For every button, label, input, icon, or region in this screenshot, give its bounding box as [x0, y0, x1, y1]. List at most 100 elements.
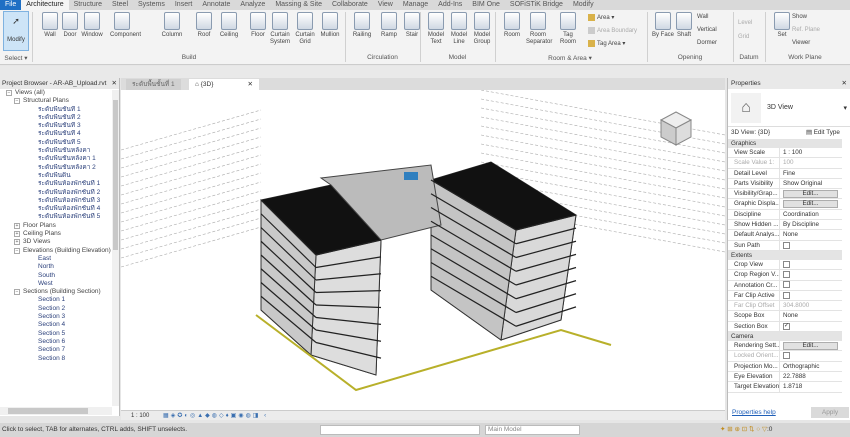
- area-boundary-button[interactable]: Area Boundary: [588, 27, 637, 34]
- vertical-scrollbar[interactable]: [112, 90, 119, 406]
- property-value[interactable]: By Discipline: [780, 220, 842, 229]
- tab-massing-site[interactable]: Massing & Site: [270, 0, 327, 10]
- checkbox[interactable]: [783, 352, 790, 360]
- shaft-button[interactable]: Shaft: [672, 12, 696, 39]
- model-text-button[interactable]: Model Text: [424, 12, 448, 46]
- ceiling-button[interactable]: Ceiling: [217, 12, 241, 39]
- checkbox[interactable]: [783, 260, 790, 268]
- select-dropdown[interactable]: Select ▾: [3, 54, 29, 62]
- tree-item-section[interactable]: Section 3: [0, 313, 119, 321]
- tree-item-structural-plan[interactable]: ระดับพื้นห้องพักชั้นที่ 1: [0, 180, 119, 188]
- model-group-button[interactable]: Model Group: [470, 12, 494, 46]
- collapse-icon[interactable]: −: [14, 289, 20, 296]
- grid-button[interactable]: Grid: [738, 34, 749, 40]
- property-value[interactable]: Orthographic: [780, 362, 842, 371]
- tab-bim-one[interactable]: BIM One: [467, 0, 505, 10]
- curtain-system-button[interactable]: Curtain System: [268, 12, 292, 46]
- tree-item-section[interactable]: Section 2: [0, 305, 119, 313]
- column-button[interactable]: Column: [160, 12, 184, 39]
- 3d-viewport[interactable]: [121, 90, 725, 410]
- property-value[interactable]: [780, 260, 842, 269]
- view-control-icons[interactable]: ▦◈✪◐◎▲◆◍◇♦▣◉◍◨ ‹: [163, 413, 268, 419]
- ref-plane-button[interactable]: Ref. Plane: [792, 27, 820, 33]
- show-workplane-button[interactable]: Show: [792, 14, 807, 20]
- tree-item-structural-plan[interactable]: ระดับพื้นห้องพักชั้นที่ 4: [0, 205, 119, 213]
- checkbox[interactable]: ✓: [783, 322, 790, 330]
- dormer-button[interactable]: Dormer: [697, 40, 717, 46]
- selection-icons[interactable]: ✦ ⊞ ⊕ ⊡ ⇅ ○ ▽:0: [720, 423, 772, 437]
- room-button[interactable]: Room: [500, 12, 524, 39]
- edit-button[interactable]: Edit...: [783, 200, 838, 209]
- roof-button[interactable]: Roof: [192, 12, 216, 39]
- window-button[interactable]: Window: [80, 12, 104, 39]
- tree-item-structural-plan[interactable]: ระดับพื้นชั้นที่ 4: [0, 130, 119, 138]
- tree-3d-views[interactable]: +3D Views: [0, 238, 119, 246]
- area-button[interactable]: Area ▾: [588, 14, 614, 21]
- tab-modify[interactable]: Modify: [568, 0, 599, 10]
- property-value[interactable]: Fine: [780, 169, 842, 178]
- tab-steel[interactable]: Steel: [107, 0, 133, 10]
- tree-item-structural-plan[interactable]: ระดับพื้นชั้นที่ 1: [0, 106, 119, 114]
- property-value[interactable]: [780, 241, 842, 250]
- tree-item-section[interactable]: Section 7: [0, 346, 119, 354]
- properties-help-link[interactable]: Properties help: [732, 409, 776, 416]
- tab-architecture[interactable]: Architecture: [21, 0, 69, 10]
- horizontal-scrollbar[interactable]: [0, 407, 112, 415]
- vertical-opening-button[interactable]: Vertical: [697, 27, 717, 33]
- property-value[interactable]: 1.8718: [780, 382, 842, 391]
- tab-structural-plan-1[interactable]: ระดับพื้นชั้นที่ 1: [126, 79, 181, 90]
- collapse-icon[interactable]: −: [14, 247, 20, 254]
- property-value[interactable]: [780, 270, 842, 279]
- tab-sofistik-bridge[interactable]: SOFiSTiK Bridge: [505, 0, 568, 10]
- tree-item-structural-plan[interactable]: ระดับพื้นห้องพักชั้นที่ 2: [0, 189, 119, 197]
- property-value[interactable]: [780, 291, 842, 300]
- view-scale[interactable]: 1 : 100: [131, 413, 149, 419]
- set-button[interactable]: Set: [770, 12, 794, 39]
- checkbox[interactable]: [783, 241, 790, 249]
- property-value[interactable]: Edit...: [780, 199, 842, 209]
- property-value[interactable]: 304.8000: [780, 301, 842, 310]
- tab-file[interactable]: File: [0, 0, 22, 10]
- edit-type-button[interactable]: ▤ Edit Type: [806, 127, 840, 139]
- tab-analyze[interactable]: Analyze: [235, 0, 270, 10]
- close-icon[interactable]: ✕: [248, 79, 253, 90]
- section-extents[interactable]: Extents: [728, 250, 842, 260]
- tree-item-structural-plan[interactable]: ระดับพื้นดิน: [0, 172, 119, 180]
- checkbox[interactable]: [783, 271, 790, 279]
- ramp-button[interactable]: Ramp: [377, 12, 401, 39]
- tab-add-ins[interactable]: Add-Ins: [433, 0, 467, 10]
- close-icon[interactable]: ✕: [842, 78, 850, 89]
- tree-item-section[interactable]: Section 1: [0, 296, 119, 304]
- tree-views-all[interactable]: − Views (all): [0, 89, 119, 97]
- tree-item-section[interactable]: Section 6: [0, 338, 119, 346]
- property-value[interactable]: 1 : 100: [780, 148, 842, 157]
- tree-item-elevation[interactable]: East: [0, 255, 119, 263]
- tree-item-structural-plan[interactable]: ระดับพื้นชั้นที่ 5: [0, 139, 119, 147]
- property-value[interactable]: Edit...: [780, 189, 842, 199]
- tree-item-section[interactable]: Section 8: [0, 355, 119, 363]
- property-value[interactable]: [780, 351, 842, 360]
- modify-button[interactable]: ➚ Modify: [3, 11, 29, 51]
- tab-structure[interactable]: Structure: [69, 0, 107, 10]
- tree-floor-plans[interactable]: + Floor Plans: [0, 222, 119, 230]
- tree-item-section[interactable]: Section 5: [0, 330, 119, 338]
- property-value[interactable]: None: [780, 230, 842, 239]
- close-icon[interactable]: ✕: [112, 78, 119, 89]
- level-button[interactable]: Level: [738, 20, 752, 26]
- viewer-button[interactable]: Viewer: [792, 40, 810, 46]
- tag-area-button[interactable]: Tag Area ▾: [588, 40, 625, 47]
- tree-item-structural-plan[interactable]: ระดับพื้นชั้นที่ 2: [0, 114, 119, 122]
- tab-3d-view[interactable]: ⌂ {3D} ✕: [189, 79, 259, 90]
- expand-icon[interactable]: +: [14, 222, 20, 229]
- checkbox[interactable]: [783, 281, 790, 289]
- tree-item-elevation[interactable]: North: [0, 263, 119, 271]
- edit-button[interactable]: Edit...: [783, 190, 838, 199]
- curtain-grid-button[interactable]: Curtain Grid: [293, 12, 317, 46]
- edit-button[interactable]: Edit...: [783, 342, 838, 351]
- property-value[interactable]: 22.7888: [780, 372, 842, 381]
- door-button[interactable]: Door: [58, 12, 82, 39]
- property-value[interactable]: Show Original: [780, 179, 842, 188]
- type-selector[interactable]: ⌂ 3D View ▾: [728, 89, 850, 127]
- property-value[interactable]: 100: [780, 158, 842, 167]
- checkbox[interactable]: [783, 291, 790, 299]
